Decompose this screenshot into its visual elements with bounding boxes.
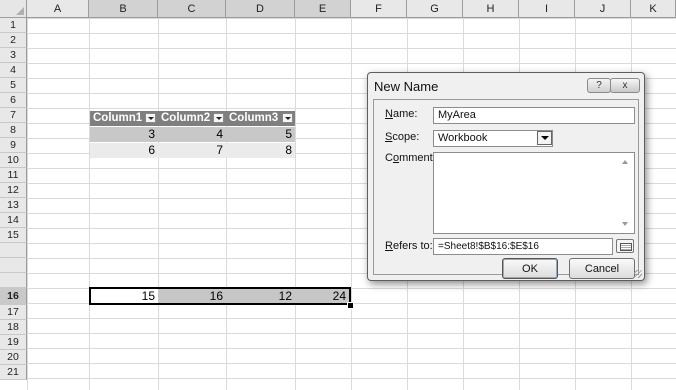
row-header-4[interactable]: 4	[0, 63, 27, 78]
row-header-15[interactable]: 15	[0, 228, 27, 243]
resize-grip-icon[interactable]	[634, 270, 642, 278]
select-all-icon	[16, 7, 24, 15]
row-header-10[interactable]: 10	[0, 153, 27, 168]
table-header-label: Column2	[161, 112, 211, 124]
row-header-5[interactable]: 5	[0, 78, 27, 93]
table-cell[interactable]: 7	[158, 143, 226, 158]
column-header-h[interactable]: H	[463, 0, 519, 18]
table-cell[interactable]: 6	[90, 143, 158, 158]
comment-textarea[interactable]	[433, 152, 635, 234]
row-header-6[interactable]: 6	[0, 93, 27, 108]
row-header-21[interactable]: 21	[0, 365, 27, 380]
spreadsheet: A B C D E F G H I J K 1 2 3 4 5 6 7 8 9 …	[0, 0, 676, 390]
column-header-g[interactable]: G	[407, 0, 463, 18]
row-header-9[interactable]: 9	[0, 138, 27, 153]
column-header-d[interactable]: D	[226, 0, 295, 18]
new-name-dialog: New Name ? x Name: MyArea Scope: Workboo…	[367, 72, 645, 281]
row-header-19[interactable]: 19	[0, 335, 27, 350]
column-header-a[interactable]: A	[27, 0, 89, 18]
column-header-f[interactable]: F	[351, 0, 407, 18]
table-header-column3[interactable]: Column3	[226, 111, 295, 126]
row-header-spacer-a	[0, 258, 27, 273]
column-header-j[interactable]: J	[575, 0, 631, 18]
table-cell[interactable]: 5	[226, 127, 295, 142]
filter-dropdown-icon[interactable]	[213, 113, 224, 123]
scope-dropdown-icon[interactable]	[537, 131, 552, 145]
table-header-label: Column1	[93, 112, 143, 124]
dialog-body: Name: MyArea Scope: Workbook Comment: Re…	[373, 99, 639, 279]
help-button[interactable]: ?	[587, 78, 611, 93]
row-header-14[interactable]: 14	[0, 213, 27, 228]
column-header-e[interactable]: E	[295, 0, 351, 18]
table-header-column2[interactable]: Column2	[158, 111, 226, 126]
table-cell[interactable]: 3	[90, 127, 158, 142]
selection-range	[89, 287, 351, 305]
table-cell[interactable]: 4	[158, 127, 226, 142]
row-header-16[interactable]: 16	[0, 288, 27, 305]
row-header-7[interactable]: 7	[0, 108, 27, 123]
ok-button[interactable]: OK	[502, 258, 558, 279]
row-header-17[interactable]: 17	[0, 305, 27, 320]
table-header-column1[interactable]: Column1	[90, 111, 158, 126]
cancel-button[interactable]: Cancel	[569, 258, 635, 279]
row-header-1[interactable]: 1	[0, 18, 27, 33]
close-button[interactable]: x	[610, 78, 640, 93]
row-header-18[interactable]: 18	[0, 320, 27, 335]
scope-label: Scope:	[385, 131, 420, 143]
scroll-down-icon[interactable]	[622, 222, 628, 226]
table-header-label: Column3	[229, 112, 279, 124]
row-header-15b[interactable]	[0, 243, 27, 258]
column-header-b[interactable]: B	[89, 0, 158, 18]
filter-dropdown-icon[interactable]	[282, 113, 293, 123]
name-label: Name:	[385, 108, 418, 120]
column-header-k[interactable]: K	[631, 0, 676, 18]
row-header-12[interactable]: 12	[0, 183, 27, 198]
row-header-11[interactable]: 11	[0, 168, 27, 183]
name-input[interactable]: MyArea	[433, 107, 635, 124]
select-all-corner[interactable]	[0, 0, 27, 18]
collapse-dialog-icon[interactable]	[616, 239, 634, 253]
row-header-8[interactable]: 8	[0, 123, 27, 138]
row-header-spacer-b	[0, 273, 27, 288]
dialog-title: New Name	[374, 79, 439, 94]
fill-handle[interactable]	[347, 302, 354, 309]
comment-label: Comment:	[385, 152, 436, 164]
row-header-2[interactable]: 2	[0, 33, 27, 48]
column-header-i[interactable]: I	[519, 0, 575, 18]
refers-to-input[interactable]: =Sheet8!$B$16:$E$16	[433, 238, 613, 255]
table-cell[interactable]: 8	[226, 143, 295, 158]
row-header-20[interactable]: 20	[0, 350, 27, 365]
scope-select[interactable]: Workbook	[433, 130, 553, 147]
row-header-13[interactable]: 13	[0, 198, 27, 213]
column-header-c[interactable]: C	[158, 0, 226, 18]
row-header-3[interactable]: 3	[0, 48, 27, 63]
refers-to-label: Refers to:	[385, 240, 433, 252]
scroll-up-icon[interactable]	[622, 160, 628, 164]
filter-dropdown-icon[interactable]	[145, 113, 156, 123]
